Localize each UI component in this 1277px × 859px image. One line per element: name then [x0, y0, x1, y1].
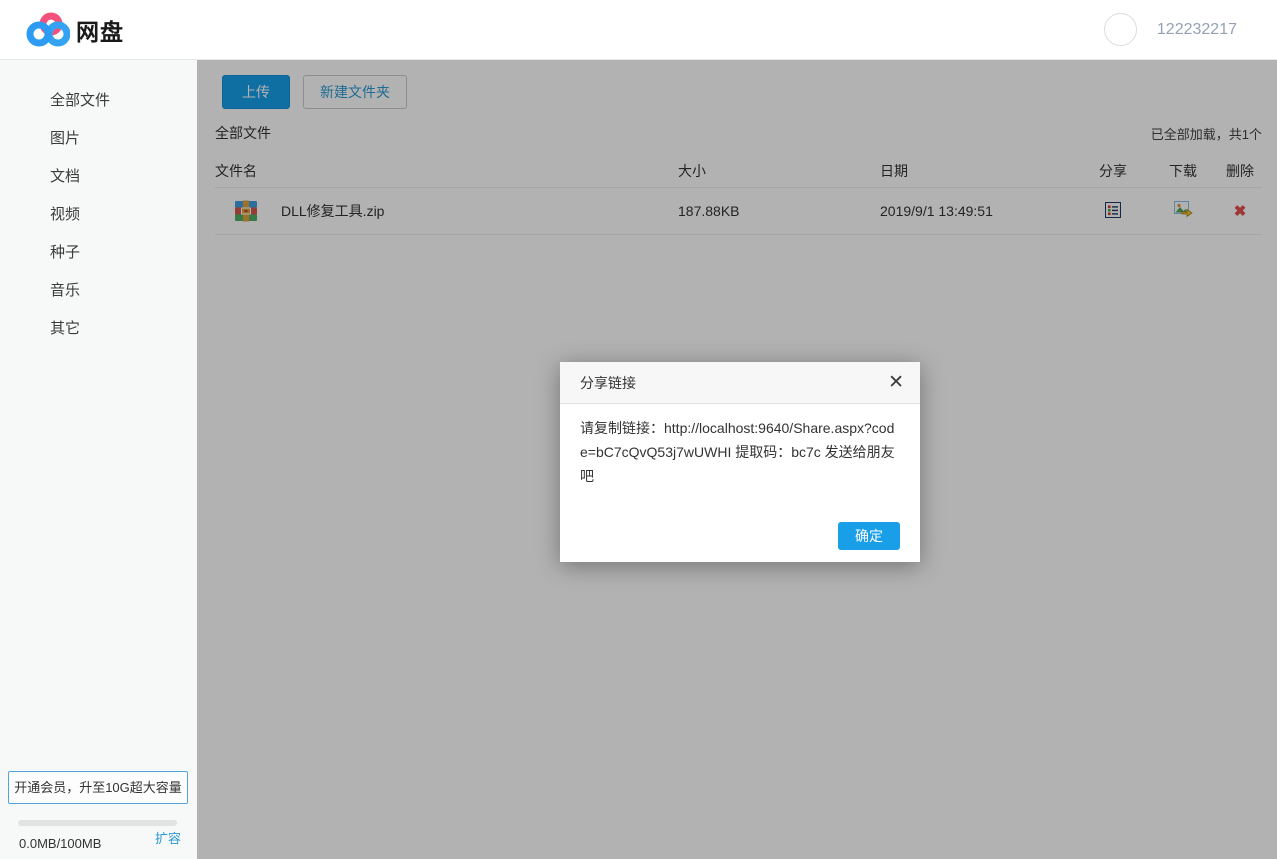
- app-header: 网盘 122232217: [0, 0, 1277, 60]
- user-id: 122232217: [1156, 20, 1237, 38]
- sidebar-item-others[interactable]: 其它: [0, 310, 197, 348]
- sidebar-item-documents[interactable]: 文档: [0, 158, 197, 196]
- sidebar-item-music[interactable]: 音乐: [0, 272, 197, 310]
- sidebar-item-videos[interactable]: 视频: [0, 196, 197, 234]
- app-title: 网盘: [76, 18, 124, 45]
- close-icon[interactable]: ✕: [886, 371, 906, 394]
- confirm-button[interactable]: 确定: [838, 522, 900, 550]
- sidebar-item-all-files[interactable]: 全部文件: [0, 82, 197, 120]
- user-avatar[interactable]: [1103, 13, 1137, 46]
- share-link-dialog: 分享链接 ✕ 请复制链接：http://localhost:9640/Share…: [560, 362, 920, 562]
- sidebar-item-images[interactable]: 图片: [0, 120, 197, 158]
- dialog-body-text: 请复制链接：http://localhost:9640/Share.aspx?c…: [580, 420, 895, 484]
- header-user-area: 122232217: [1103, 13, 1237, 46]
- quota-usage-text: 0.0MB/100MB: [19, 836, 102, 851]
- quota-progress-bar: [18, 820, 177, 826]
- upgrade-member-button[interactable]: 开通会员，升至10G超大容量: [8, 771, 188, 804]
- sidebar-item-torrents[interactable]: 种子: [0, 234, 197, 272]
- quota-row: 0.0MB/100MB 扩容: [19, 828, 181, 851]
- dialog-header: 分享链接 ✕: [560, 362, 920, 404]
- expand-quota-link[interactable]: 扩容: [155, 828, 181, 847]
- netdisk-app: 网盘 122232217 全部文件 图片 文档 视频 种子 音乐 其它 开通会员…: [0, 0, 1277, 859]
- app-logo[interactable]: 网盘: [26, 11, 124, 49]
- dialog-title: 分享链接: [580, 374, 636, 391]
- sidebar: 全部文件 图片 文档 视频 种子 音乐 其它 开通会员，升至10G超大容量 0.…: [0, 60, 197, 859]
- sidebar-nav: 全部文件 图片 文档 视频 种子 音乐 其它: [0, 60, 197, 348]
- cloud-logo-icon: [26, 12, 70, 46]
